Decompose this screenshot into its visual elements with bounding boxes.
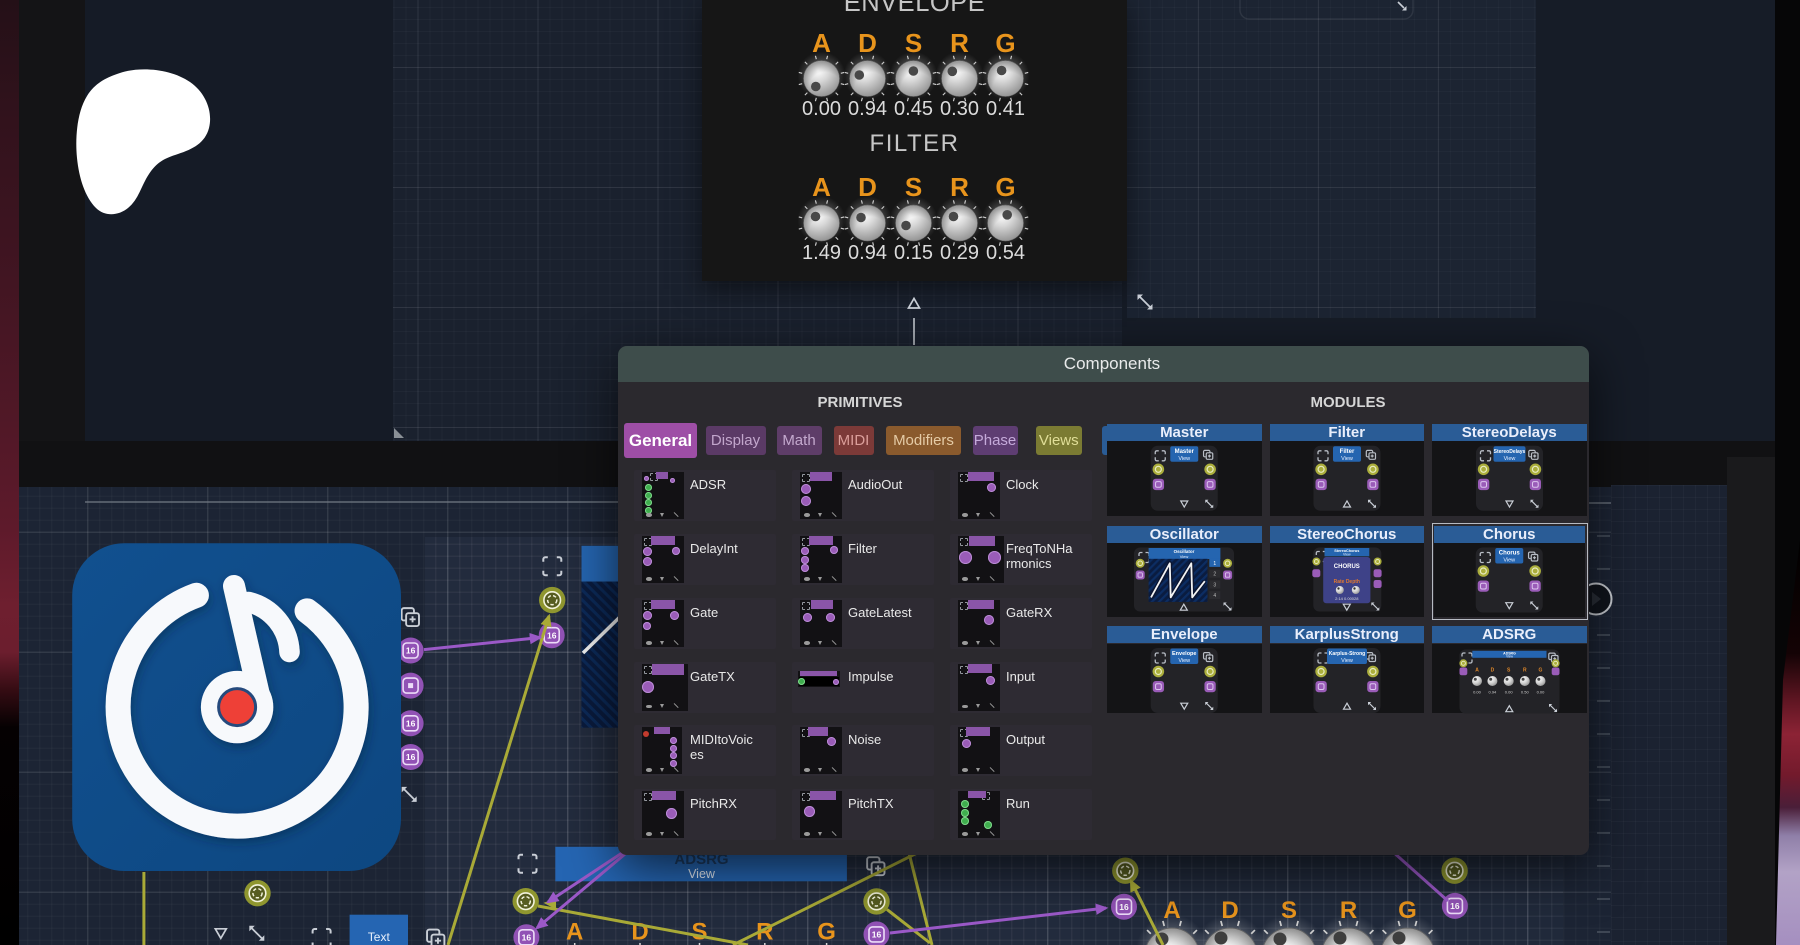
svg-text:1: 1 bbox=[1213, 561, 1216, 567]
svg-text:R: R bbox=[1523, 668, 1527, 674]
svg-text:Text: Text bbox=[368, 930, 391, 944]
svg-text:4: 4 bbox=[1213, 593, 1216, 599]
svg-text:0.94: 0.94 bbox=[1489, 690, 1498, 695]
svg-text:View: View bbox=[1341, 658, 1353, 664]
svg-text:D: D bbox=[1491, 668, 1495, 674]
svg-text:G: G bbox=[1539, 668, 1543, 674]
svg-text:View: View bbox=[1178, 456, 1190, 462]
svg-text:0.00: 0.00 bbox=[1505, 690, 1514, 695]
svg-text:Master: Master bbox=[1175, 449, 1195, 455]
svg-text:StereoDelays: StereoDelays bbox=[1494, 449, 1526, 455]
svg-text:0.50: 0.50 bbox=[1521, 690, 1530, 695]
svg-text:2: 2 bbox=[1213, 572, 1216, 578]
svg-text:0.00: 0.00 bbox=[1473, 690, 1482, 695]
svg-text:View: View bbox=[688, 867, 716, 881]
svg-text:2:14 0.00028: 2:14 0.00028 bbox=[1335, 596, 1359, 601]
svg-text:View: View bbox=[1343, 553, 1351, 557]
svg-text:A: A bbox=[566, 919, 583, 945]
svg-text:S: S bbox=[691, 919, 707, 945]
svg-text:3: 3 bbox=[1213, 582, 1216, 588]
svg-text:G: G bbox=[817, 919, 836, 945]
svg-text:Envelope: Envelope bbox=[1172, 651, 1196, 657]
svg-text:View: View bbox=[1180, 554, 1189, 559]
svg-text:Rate Depth: Rate Depth bbox=[1334, 579, 1360, 585]
svg-text:Karplus-Strong: Karplus-Strong bbox=[1329, 651, 1365, 657]
svg-text:View: View bbox=[1504, 456, 1516, 462]
svg-text:Chorus: Chorus bbox=[1499, 551, 1521, 557]
svg-text:View: View bbox=[1178, 658, 1190, 664]
svg-text:0.00: 0.00 bbox=[1537, 690, 1546, 695]
svg-text:View: View bbox=[1341, 456, 1353, 462]
svg-text:View: View bbox=[1506, 655, 1514, 659]
svg-text:Filter: Filter bbox=[1340, 449, 1355, 455]
svg-text:A: A bbox=[1475, 668, 1479, 674]
svg-text:CHORUS: CHORUS bbox=[1334, 564, 1360, 570]
svg-text:View: View bbox=[1503, 558, 1515, 564]
